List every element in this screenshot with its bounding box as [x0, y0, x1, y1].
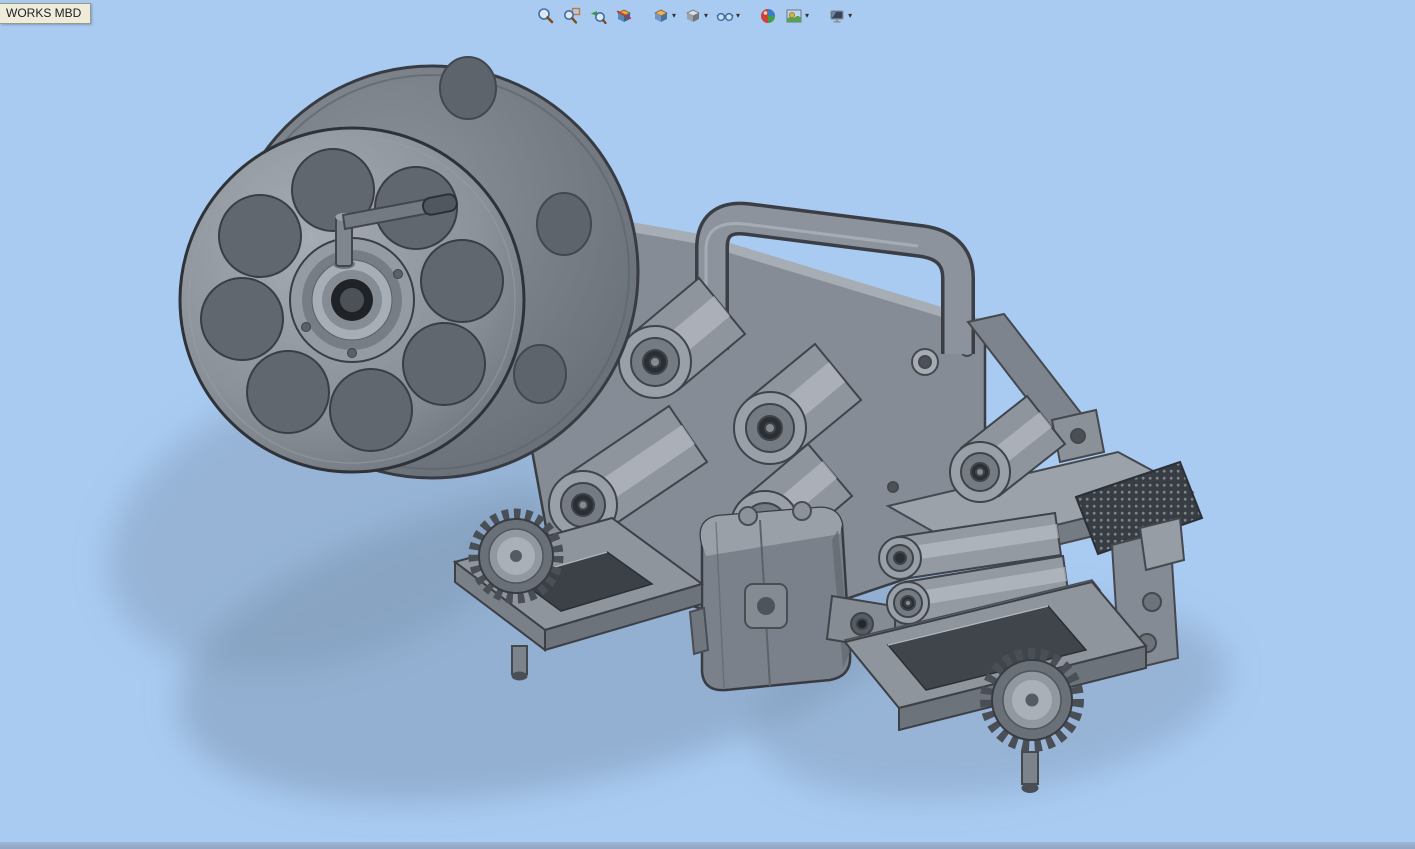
view-settings-button[interactable]: ▾ — [825, 4, 855, 28]
cad-viewport[interactable]: WORKS MBD ▾ ▾ ▾ ▾ ▾ — [0, 0, 1415, 849]
viewport-bottom-edge — [0, 842, 1415, 849]
zoom-to-fit-icon — [538, 8, 554, 24]
display-style-icon — [686, 9, 700, 22]
section-view-button[interactable] — [612, 4, 636, 28]
view-orientation-dropdown-arrow[interactable]: ▾ — [671, 12, 676, 20]
view-settings-icon — [830, 10, 844, 23]
view-settings-dropdown-arrow[interactable]: ▾ — [847, 12, 852, 20]
display-style-button[interactable]: ▾ — [681, 4, 711, 28]
apply-scene-icon — [786, 9, 802, 23]
apply-scene-button[interactable]: ▾ — [782, 4, 812, 28]
view-orientation-button[interactable]: ▾ — [649, 4, 679, 28]
motor-block[interactable] — [688, 501, 852, 692]
view-orientation-icon — [654, 9, 668, 22]
edit-appearance-button[interactable] — [756, 4, 780, 28]
hide-show-items-dropdown-arrow[interactable]: ▾ — [735, 12, 740, 20]
zoom-to-area-button[interactable] — [560, 4, 584, 28]
display-style-dropdown-arrow[interactable]: ▾ — [703, 12, 708, 20]
previous-view-button[interactable] — [586, 4, 610, 28]
section-view-icon — [616, 9, 632, 22]
zoom-to-area-icon — [564, 7, 581, 24]
hide-show-items-icon — [716, 12, 734, 22]
edit-appearance-icon — [761, 9, 776, 23]
previous-view-icon — [591, 11, 607, 25]
hide-show-items-button[interactable]: ▾ — [713, 4, 743, 28]
model-canvas[interactable] — [0, 0, 1415, 849]
zoom-to-fit-button[interactable] — [534, 4, 558, 28]
solidworks-mbd-tab[interactable]: WORKS MBD — [0, 3, 92, 24]
apply-scene-dropdown-arrow[interactable]: ▾ — [804, 12, 809, 20]
heads-up-view-toolbar: ▾ ▾ ▾ ▾ ▾ — [534, 4, 855, 28]
spool-front-disc[interactable] — [178, 126, 526, 474]
